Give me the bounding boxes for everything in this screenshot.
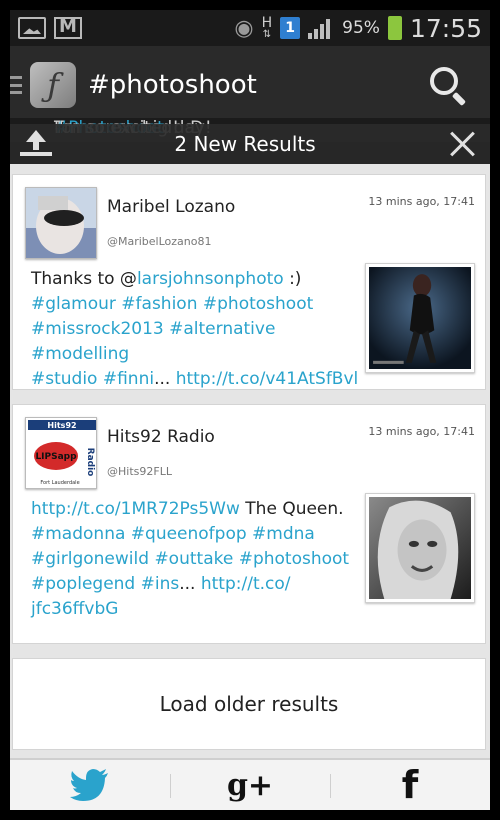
tweet-photo[interactable] <box>365 493 475 603</box>
battery-icon <box>387 16 402 40</box>
text-segment: :) <box>283 269 302 289</box>
hashtag-line[interactable]: #missrock2013 #alternative #modelling <box>31 319 275 364</box>
network-type: H <box>261 15 273 32</box>
tweet-timestamp: 13 mins ago, 17:41 <box>368 195 475 208</box>
share-bar: g+ f <box>10 758 490 810</box>
image-icon <box>18 17 46 39</box>
text-segment: Thanks to @ <box>31 269 137 289</box>
eye-icon: ◉ <box>234 15 254 41</box>
tweet-feed[interactable]: Maribel Lozano @MaribelLozano81 13 mins … <box>10 164 490 758</box>
tweet-link-cont[interactable]: jfc36ffvbG <box>31 599 118 619</box>
tweet-link[interactable]: http://t.co/1MR72Ps5Ww <box>31 499 240 519</box>
status-bar: ◉ H ⇅ 1 95% 17:55 <box>10 10 490 46</box>
tweet-author-handle[interactable]: @MaribelLozano81 <box>107 235 212 248</box>
page-title: #photoshoot <box>88 70 257 100</box>
menu-icon[interactable] <box>10 74 24 96</box>
avatar-text-bottom: Fort Lauderdale <box>40 480 79 486</box>
clock: 17:55 <box>409 13 482 43</box>
app-logo-icon[interactable]: ƒ <box>30 62 76 108</box>
tweet-text: http://t.co/1MR72Ps5Ww The Queen. #madon… <box>31 497 361 622</box>
ellipsis: ... <box>179 574 196 594</box>
tweet-timestamp: 13 mins ago, 17:41 <box>368 425 475 438</box>
close-icon[interactable] <box>448 129 478 159</box>
data-arrows-icon: H ⇅ <box>261 15 273 40</box>
text-segment: The Queen. <box>239 499 344 519</box>
tweet-author-name[interactable]: Hits92 Radio <box>107 427 215 447</box>
ellipsis: ... <box>154 369 171 389</box>
avatar-text-main: LIPSapp <box>35 452 77 462</box>
gmail-icon <box>54 16 82 39</box>
battery-percent: 95% <box>342 18 380 38</box>
load-older-button[interactable]: Load older results <box>12 658 486 750</box>
tweet-card[interactable]: Hits92 LIPSapp Radio Fort Lauderdale Hit… <box>12 404 486 644</box>
facebook-share-button[interactable]: f <box>330 760 490 810</box>
avatar-text-side: Radio <box>85 448 95 477</box>
mention-link[interactable]: larsjohnsonphoto <box>137 269 284 289</box>
sim-icon: 1 <box>280 17 301 39</box>
hashtag-line[interactable]: #poplegend #ins <box>31 574 179 594</box>
facebook-icon: f <box>401 763 419 807</box>
avatar-text-top: Hits92 <box>47 421 76 430</box>
new-results-label[interactable]: 2 New Results <box>42 132 448 156</box>
tweet-author-name[interactable]: Maribel Lozano <box>107 197 235 217</box>
tweet-author-handle[interactable]: @Hits92FLL <box>107 465 172 478</box>
tweet-link[interactable]: http://t.co/ <box>201 574 291 594</box>
tweet-link[interactable]: http://t.co/v41AtSfBvl <box>176 369 359 389</box>
tweet-photo[interactable] <box>365 263 475 373</box>
avatar[interactable] <box>25 187 97 259</box>
signal-icon <box>308 17 334 39</box>
gplus-icon: g+ <box>226 767 274 803</box>
status-notifications <box>18 16 82 39</box>
twitter-share-button[interactable] <box>10 760 170 810</box>
action-bar: ƒ #photoshoot <box>10 46 490 124</box>
twitter-bird-icon <box>70 769 108 801</box>
gplus-share-button[interactable]: g+ <box>170 760 330 810</box>
hashtag-line[interactable]: #madonna #queenofpop #mdna <box>31 524 315 544</box>
tweet-text: Thanks to @larsjohnsonphoto :) #glamour … <box>31 267 361 392</box>
tweet-card[interactable]: Maribel Lozano @MaribelLozano81 13 mins … <box>12 174 486 390</box>
search-icon[interactable] <box>428 65 468 107</box>
hashtag-line[interactable]: #girlgonewild #outtake #photoshoot <box>31 549 349 569</box>
upload-icon[interactable] <box>20 130 52 158</box>
status-system: ◉ H ⇅ 1 95% 17:55 <box>234 14 482 43</box>
hashtag-line[interactable]: #studio #finni <box>31 369 154 389</box>
avatar[interactable]: Hits92 LIPSapp Radio Fort Lauderdale <box>25 417 97 489</box>
hashtag-line[interactable]: #glamour #fashion #photoshoot <box>31 294 313 314</box>
new-results-bar[interactable]: 2 New Results <box>10 124 490 164</box>
